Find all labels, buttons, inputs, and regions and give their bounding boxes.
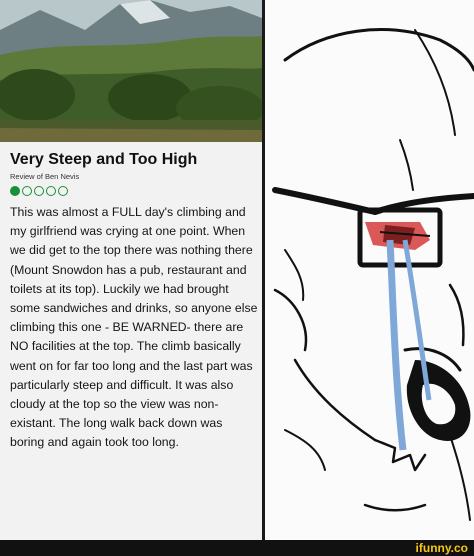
review-panel: Very Steep and Too High Review of Ben Ne… (0, 0, 262, 540)
meme-image: Very Steep and Too High Review of Ben Ne… (0, 0, 474, 540)
ifunny-watermark: ifunny.co (415, 541, 468, 555)
rating-bubble-icon (34, 186, 44, 196)
meme-panel (265, 0, 474, 540)
rating-bubble-icon (46, 186, 56, 196)
review-card: Very Steep and Too High Review of Ben Ne… (10, 150, 258, 453)
rating-bubble-icon (58, 186, 68, 196)
rating-bubble-icon (22, 186, 32, 196)
review-subject: Review of Ben Nevis (10, 172, 80, 181)
bubble-rating (10, 185, 258, 197)
footer-bar: ifunny.co (0, 540, 474, 556)
review-title: Very Steep and Too High (10, 151, 198, 168)
review-body: This was almost a FULL day's climbing an… (10, 205, 258, 450)
rating-bubble-icon (10, 186, 20, 196)
crying-wojak-icon (265, 0, 474, 540)
mountain-photo (0, 0, 262, 142)
